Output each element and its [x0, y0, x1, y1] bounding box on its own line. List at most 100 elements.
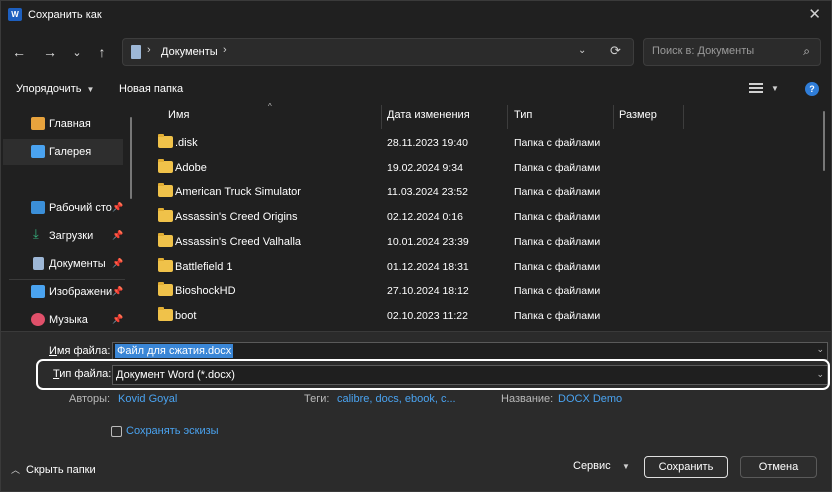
file-row[interactable]: Assassin's Creed Origins 02.12.2024 0:16… [138, 205, 818, 229]
hide-folders-button[interactable]: ︿ Скрыть папки [11, 463, 96, 476]
tags-value[interactable]: calibre, docs, ebook, c... [337, 393, 456, 405]
filename-label: Имя файла: [49, 345, 111, 357]
breadcrumb-chevron-icon[interactable]: › [223, 44, 227, 56]
search-icon[interactable]: ⌕ [803, 44, 810, 59]
hide-folders-label: Скрыть папки [26, 464, 96, 476]
sidebar-item-documents[interactable]: Документы 📌 [3, 251, 123, 277]
breadcrumb-documents[interactable]: Документы [161, 46, 218, 58]
sidebar-item-music[interactable]: Музыка 📌 [3, 307, 123, 333]
file-list-scrollbar[interactable] [823, 111, 825, 171]
refresh-icon[interactable]: ⟳ [610, 43, 621, 59]
column-header-size[interactable]: Размер [619, 109, 657, 129]
save-thumbnails-label[interactable]: Сохранять эскизы [126, 425, 219, 437]
sidebar-item-downloads[interactable]: ⤓ Загрузки 📌 [3, 223, 123, 249]
file-row[interactable]: BioshockHD 27.10.2024 18:12 Папка с файл… [138, 279, 818, 303]
file-row[interactable]: boot 02.10.2023 11:22 Папка с файлами [138, 304, 818, 328]
column-separator[interactable] [507, 105, 508, 129]
pictures-icon [31, 285, 45, 298]
sidebar-item-label: Загрузки [49, 230, 94, 242]
recent-locations-chevron-icon[interactable]: ⌄ [68, 43, 86, 61]
file-row[interactable]: .disk 28.11.2023 19:40 Папка с файлами [138, 131, 818, 155]
folder-icon [158, 159, 173, 173]
file-type: Папка с файлами [514, 285, 601, 297]
save-thumbnails-checkbox[interactable] [111, 426, 122, 437]
new-folder-button[interactable]: Новая папка [119, 83, 183, 95]
column-header-date[interactable]: Дата изменения [387, 109, 470, 129]
column-header-type[interactable]: Тип [514, 109, 532, 129]
file-type: Папка с файлами [514, 137, 601, 149]
sidebar-item-label: Главная [49, 118, 91, 130]
save-button[interactable]: Сохранить [644, 456, 728, 478]
title-bar: W Сохранить как ✕ [1, 1, 831, 29]
cancel-button[interactable]: Отмена [740, 456, 817, 478]
sidebar-item-label: Документы [49, 258, 106, 270]
home-icon [31, 117, 45, 130]
file-date: 28.11.2023 19:40 [387, 137, 468, 149]
title-value[interactable]: DOCX Demo [558, 393, 622, 405]
search-input[interactable] [652, 45, 792, 57]
file-date: 01.12.2024 18:31 [387, 261, 469, 273]
filename-dropdown-icon[interactable]: ⌄ [816, 344, 824, 355]
search-box[interactable]: ⌕ [643, 38, 821, 66]
close-icon[interactable]: ✕ [808, 5, 821, 23]
address-dropdown-icon[interactable]: ⌄ [578, 45, 586, 56]
word-app-icon: W [8, 8, 22, 21]
file-date: 19.02.2024 9:34 [387, 162, 463, 174]
address-bar[interactable]: › Документы › ⌄ ⟳ [122, 38, 634, 66]
back-arrow-icon[interactable]: ← [10, 43, 28, 61]
sidebar-scrollbar[interactable] [130, 117, 132, 199]
music-icon [31, 313, 45, 326]
file-row[interactable]: American Truck Simulator 11.03.2024 23:5… [138, 180, 818, 204]
file-type: Папка с файлами [514, 162, 601, 174]
filename-value[interactable]: Файл для сжатия.docx [115, 344, 234, 358]
breadcrumb-chevron-icon[interactable]: › [147, 44, 151, 56]
file-name: .disk [175, 137, 198, 149]
organize-label: Упорядочить [16, 83, 82, 95]
sidebar-item-gallery[interactable]: Галерея [3, 139, 123, 165]
file-row[interactable]: Adobe 19.02.2024 9:34 Папка с файлами [138, 156, 818, 180]
column-separator[interactable] [613, 105, 614, 129]
file-row[interactable]: Assassin's Creed Valhalla 10.01.2024 23:… [138, 230, 818, 254]
help-icon[interactable]: ? [805, 82, 819, 96]
view-options-icon[interactable] [749, 83, 763, 95]
up-arrow-icon[interactable]: ↑ [93, 43, 111, 61]
forward-arrow-icon[interactable]: → [41, 43, 59, 61]
filename-field[interactable]: Файл для сжатия.docx ⌄ [112, 342, 828, 360]
file-row[interactable]: Battlefield 1 01.12.2024 18:31 Папка с ф… [138, 255, 818, 279]
folder-icon [158, 134, 173, 148]
organize-button[interactable]: Упорядочить ▼ [16, 83, 94, 95]
folder-icon [158, 233, 173, 247]
folder-icon [158, 307, 173, 321]
column-header-name[interactable]: Имя [168, 109, 189, 129]
sidebar-item-desktop[interactable]: Рабочий сто 📌 [3, 195, 123, 221]
pin-icon[interactable]: 📌 [112, 286, 123, 297]
gallery-icon [31, 145, 45, 158]
file-date: 02.10.2023 11:22 [387, 310, 468, 322]
pin-icon[interactable]: 📌 [112, 314, 123, 325]
authors-value[interactable]: Kovid Goyal [118, 393, 177, 405]
pin-icon[interactable]: 📌 [112, 202, 123, 213]
view-caret-down-icon[interactable]: ▼ [771, 84, 779, 93]
pin-icon[interactable]: 📌 [112, 258, 123, 269]
sidebar-item-home[interactable]: Главная [3, 111, 123, 137]
desktop-icon [31, 201, 45, 214]
documents-icon [131, 45, 141, 59]
window-title: Сохранить как [28, 9, 102, 21]
folder-icon [158, 208, 173, 222]
file-name: Adobe [175, 162, 207, 174]
service-caret-down-icon[interactable]: ▼ [622, 462, 630, 471]
column-separator[interactable] [683, 105, 684, 129]
sidebar-item-label: Галерея [49, 146, 92, 158]
caret-down-icon: ▼ [86, 85, 95, 94]
sort-ascending-icon: ^ [268, 102, 272, 111]
service-menu-button[interactable]: Сервис [573, 460, 611, 472]
pin-icon[interactable]: 📌 [112, 230, 123, 241]
file-date: 10.01.2024 23:39 [387, 236, 469, 248]
file-name: Battlefield 1 [175, 261, 233, 273]
file-name: American Truck Simulator [175, 186, 301, 198]
save-options-panel: Имя файла: Файл для сжатия.docx ⌄ Тип фа… [1, 331, 831, 491]
save-as-dialog: W Сохранить как ✕ ← → ⌄ ↑ › Документы › … [0, 0, 832, 492]
sidebar-item-pictures[interactable]: Изображени 📌 [3, 279, 123, 305]
file-type: Папка с файлами [514, 310, 601, 322]
column-separator[interactable] [381, 105, 382, 129]
